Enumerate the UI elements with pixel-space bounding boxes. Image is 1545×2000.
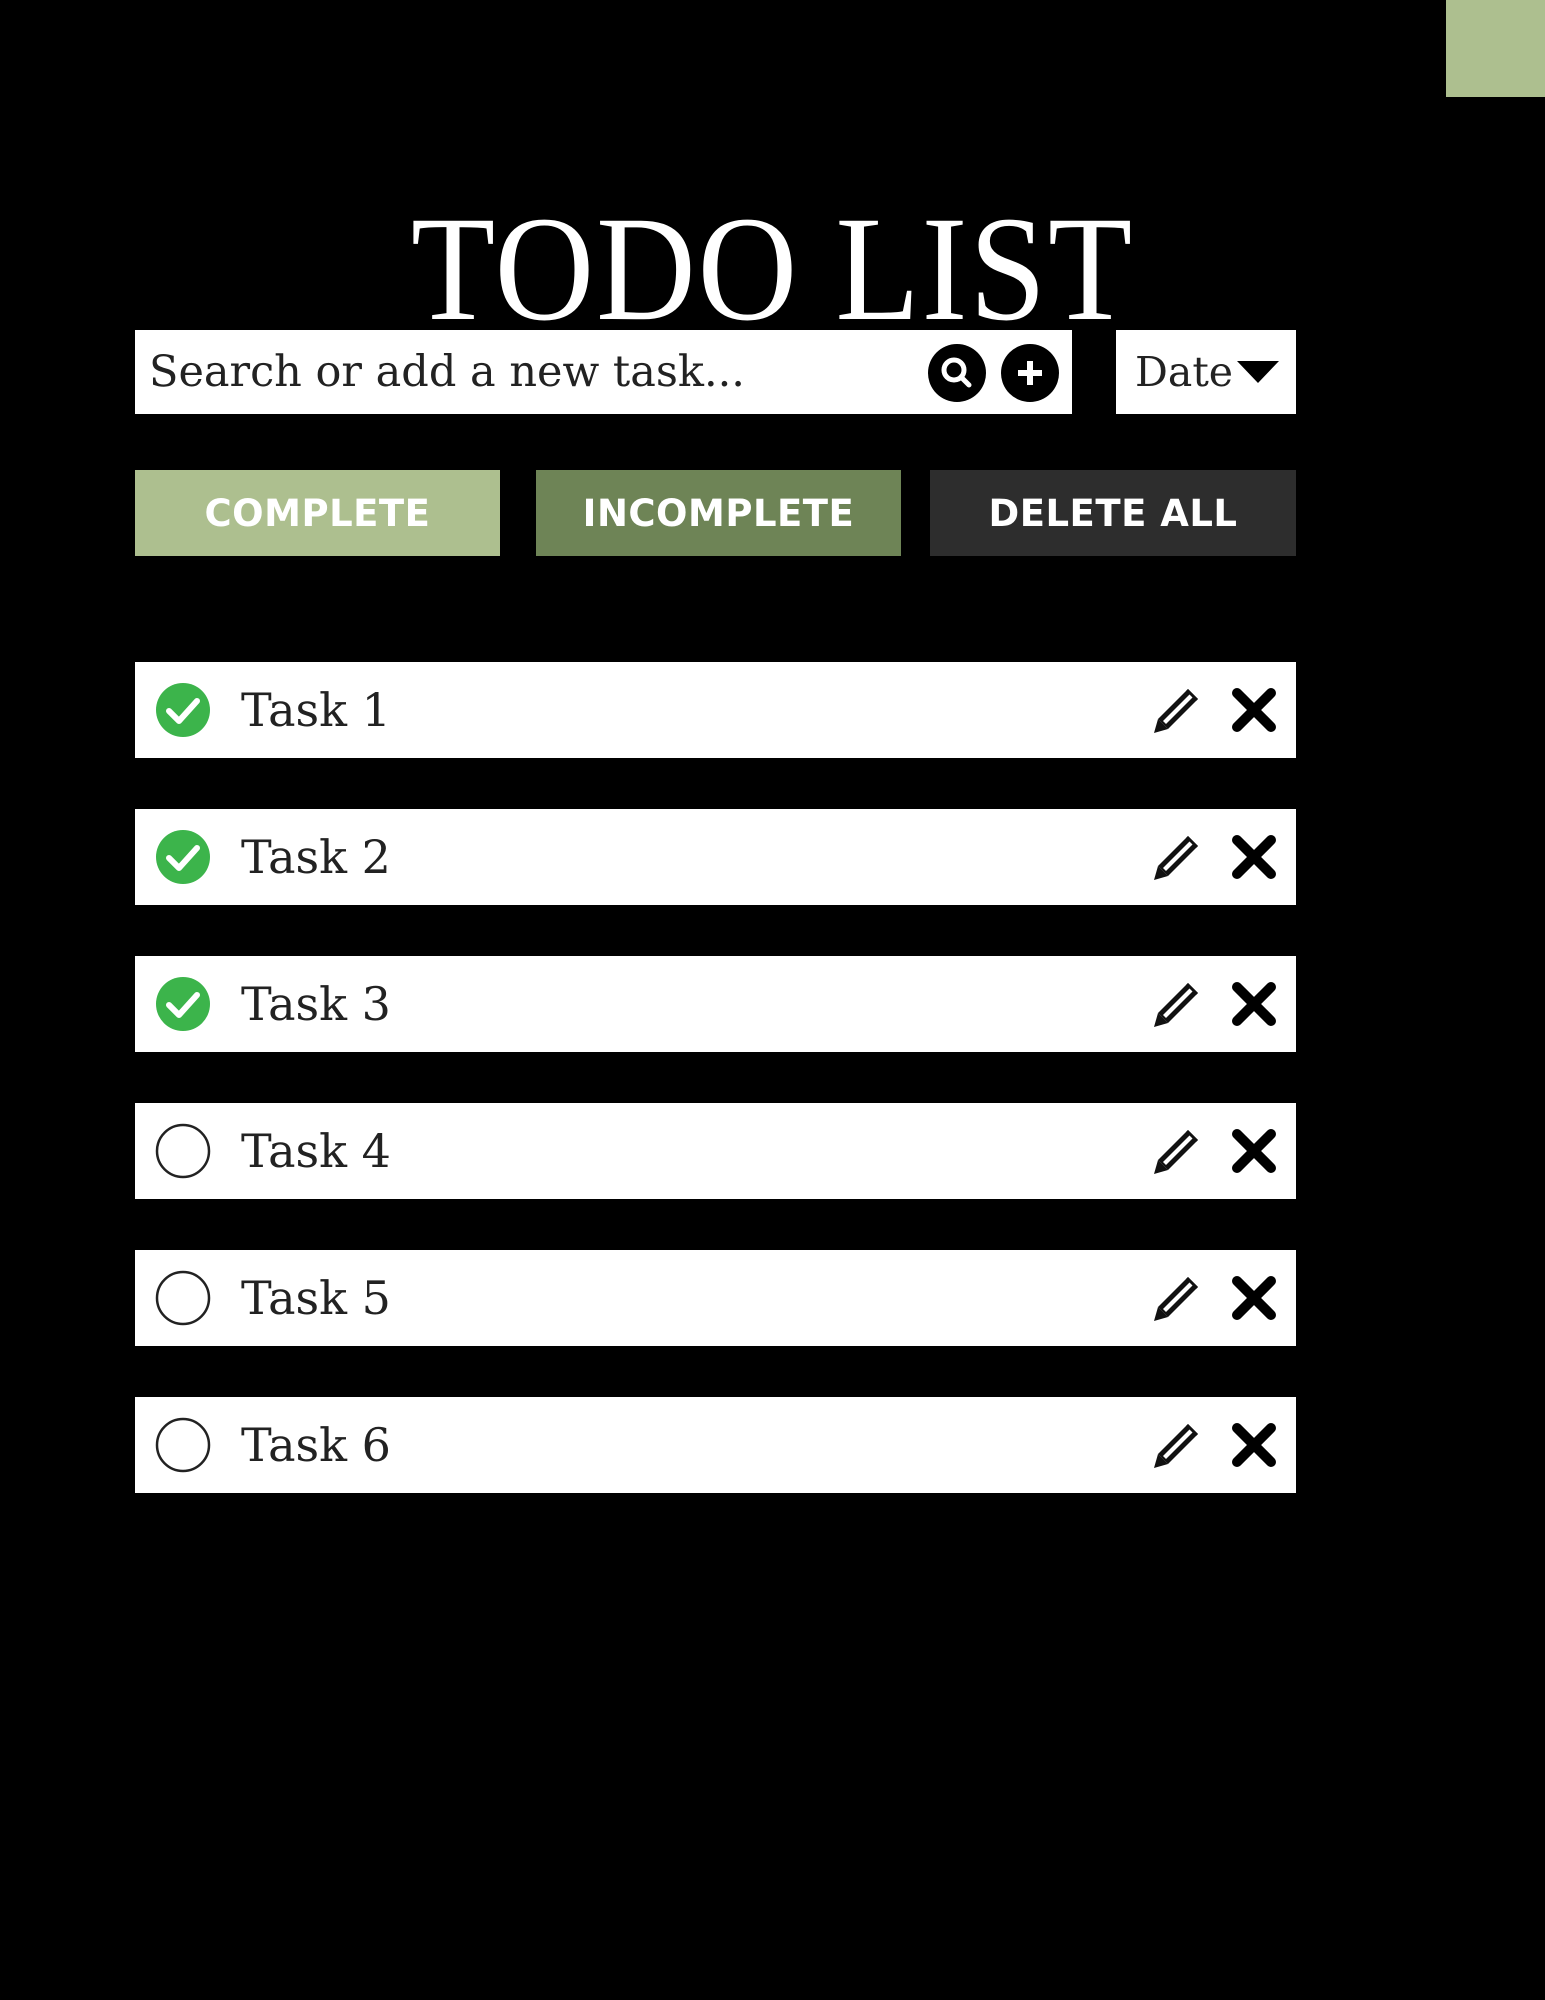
task-label: Task 2 xyxy=(241,830,391,884)
task-row: Task 4 xyxy=(135,1103,1296,1199)
check-circle-icon[interactable] xyxy=(155,976,211,1032)
x-icon[interactable] xyxy=(1230,1127,1278,1175)
task-label: Task 4 xyxy=(241,1124,391,1178)
corner-accent-block xyxy=(1446,0,1545,97)
add-task-button[interactable] xyxy=(1001,344,1059,402)
x-icon[interactable] xyxy=(1230,1421,1278,1469)
sort-dropdown[interactable]: Date xyxy=(1116,330,1296,414)
empty-circle-icon[interactable] xyxy=(155,1123,211,1179)
task-row: Task 1 xyxy=(135,662,1296,758)
x-icon[interactable] xyxy=(1230,1274,1278,1322)
task-label: Task 1 xyxy=(241,683,391,737)
empty-circle-icon[interactable] xyxy=(155,1270,211,1326)
complete-filter-button[interactable]: COMPLETE xyxy=(135,470,500,556)
search-icon xyxy=(941,357,972,388)
pencil-icon[interactable] xyxy=(1152,1420,1202,1470)
sort-selected-label: Date xyxy=(1135,348,1234,396)
check-circle-icon[interactable] xyxy=(155,682,211,738)
x-icon[interactable] xyxy=(1230,686,1278,734)
check-circle-icon[interactable] xyxy=(155,829,211,885)
task-list: Task 1 Task 2 Task 3 Task 4 Task 5 Task … xyxy=(135,662,1296,1544)
task-label: Task 6 xyxy=(241,1418,391,1472)
caret-down-icon xyxy=(1237,361,1279,383)
x-icon[interactable] xyxy=(1230,833,1278,881)
task-row: Task 6 xyxy=(135,1397,1296,1493)
empty-circle-icon[interactable] xyxy=(155,1417,211,1473)
task-label: Task 3 xyxy=(241,977,391,1031)
page-title: TODO LIST xyxy=(410,185,1135,352)
pencil-icon[interactable] xyxy=(1152,1273,1202,1323)
search-input[interactable] xyxy=(149,330,909,414)
x-icon[interactable] xyxy=(1230,980,1278,1028)
pencil-icon[interactable] xyxy=(1152,832,1202,882)
task-row: Task 3 xyxy=(135,956,1296,1052)
task-row: Task 5 xyxy=(135,1250,1296,1346)
delete-all-button[interactable]: DELETE ALL xyxy=(930,470,1296,556)
search-button[interactable] xyxy=(928,344,986,402)
incomplete-filter-button[interactable]: INCOMPLETE xyxy=(536,470,901,556)
task-label: Task 5 xyxy=(241,1271,391,1325)
task-row: Task 2 xyxy=(135,809,1296,905)
plus-circle-icon xyxy=(1018,361,1042,385)
pencil-icon[interactable] xyxy=(1152,979,1202,1029)
pencil-icon[interactable] xyxy=(1152,685,1202,735)
search-bar xyxy=(135,330,1072,414)
pencil-icon[interactable] xyxy=(1152,1126,1202,1176)
